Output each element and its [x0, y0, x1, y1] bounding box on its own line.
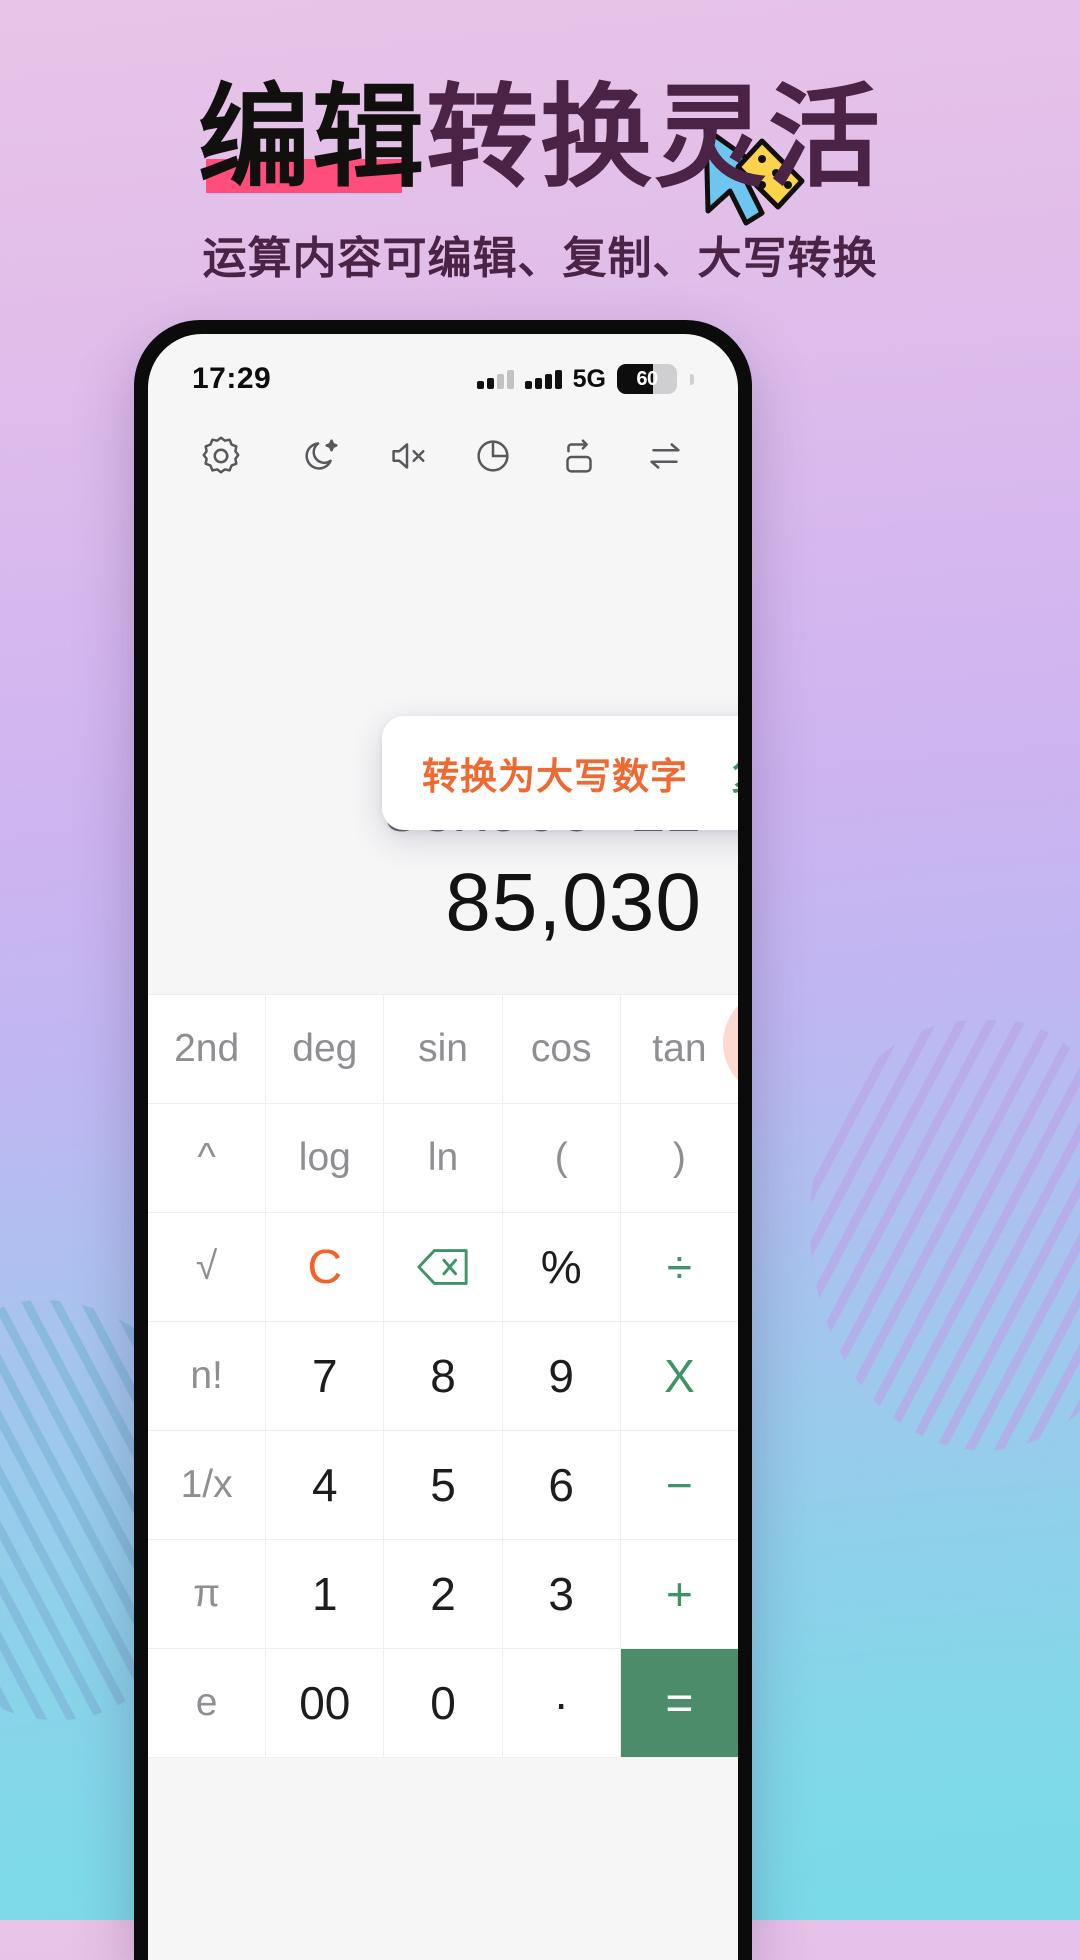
key-1[interactable]: 1 [266, 1540, 385, 1649]
key-8[interactable]: 8 [384, 1322, 503, 1431]
key-sqrt[interactable]: √ [148, 1213, 267, 1322]
key-equals[interactable]: = [620, 1649, 738, 1758]
app-toolbar [148, 408, 738, 504]
headline-container: 编辑转换灵活 [0, 78, 1080, 199]
toolbar-icon-group [294, 429, 692, 483]
settings-button[interactable] [194, 429, 248, 483]
sound-off-button[interactable] [380, 429, 434, 483]
history-button[interactable] [466, 429, 520, 483]
key-backspace[interactable] [384, 1213, 503, 1322]
signal-strength-icon-2 [524, 369, 562, 389]
key-sin[interactable]: sin [384, 995, 503, 1104]
key-right-paren[interactable]: ) [620, 1104, 738, 1213]
key-7[interactable]: 7 [266, 1322, 385, 1431]
key-clear[interactable]: C [266, 1213, 385, 1322]
key-multiply[interactable]: X [620, 1322, 738, 1431]
key-0[interactable]: 0 [384, 1649, 503, 1758]
subtitle: 运算内容可编辑、复制、大写转换 [202, 233, 878, 284]
key-e[interactable]: e [148, 1649, 267, 1758]
battery-level-label: 60 [636, 367, 658, 390]
signal-strength-icon [476, 369, 514, 389]
battery-icon: 60 [617, 364, 677, 394]
decorative-stripe-blob-right [810, 1020, 1080, 1450]
key-double-zero[interactable]: 00 [266, 1649, 385, 1758]
key-5[interactable]: 5 [384, 1431, 503, 1540]
dark-mode-button[interactable] [294, 429, 348, 483]
headline: 编辑转换灵活 [198, 78, 882, 199]
headline-part-purple: 转换灵活 [426, 73, 882, 203]
key-4[interactable]: 4 [266, 1431, 385, 1540]
status-indicators: 5G 60 [476, 364, 694, 394]
convert-to-uppercase-menu-item[interactable]: 转换为大写数字 [422, 746, 688, 800]
key-cos[interactable]: cos [502, 995, 621, 1104]
keypad-row: ^ log ln ( ) [148, 1104, 738, 1213]
phone-screen: 17:29 5G 60 转换为大写数字 85,030 2nd deg sin c… [148, 334, 738, 1960]
keypad-row: e 00 0 · = [148, 1649, 738, 1758]
key-3[interactable]: 3 [502, 1540, 621, 1649]
screen-rotate-button[interactable] [552, 429, 606, 483]
phone-mockup: 17:29 5G 60 转换为大写数字 85,030 2nd deg sin c… [134, 320, 752, 1960]
key-percent[interactable]: % [502, 1213, 621, 1322]
key-factorial[interactable]: n! [148, 1322, 267, 1431]
key-divide[interactable]: ÷ [620, 1213, 738, 1322]
key-tan[interactable]: tan [620, 995, 738, 1104]
context-menu-popup: 转换为大写数字 复制 [382, 716, 738, 830]
key-reciprocal[interactable]: 1/x [148, 1431, 267, 1540]
keypad-row: π 1 2 3 + [148, 1540, 738, 1649]
key-6[interactable]: 6 [502, 1431, 621, 1540]
calculator-display: 转换为大写数字 复制 88x966+22 85,030 [148, 504, 738, 994]
key-9[interactable]: 9 [502, 1322, 621, 1431]
convert-button[interactable] [638, 429, 692, 483]
key-plus[interactable]: + [620, 1540, 738, 1649]
status-time: 17:29 [192, 362, 272, 395]
key-log[interactable]: log [266, 1104, 385, 1213]
keypad-row: 1/x 4 5 6 − [148, 1431, 738, 1540]
copy-menu-item[interactable]: 复制 [732, 746, 738, 800]
key-pi[interactable]: π [148, 1540, 267, 1649]
key-left-paren[interactable]: ( [502, 1104, 621, 1213]
battery-tip [690, 373, 694, 385]
key-decimal-point[interactable]: · [502, 1649, 621, 1758]
calculator-keypad: 2nd deg sin cos tan ^ log ln ( ) √ C % ÷… [148, 994, 738, 1758]
status-bar: 17:29 5G 60 [148, 334, 738, 408]
network-type-label: 5G [572, 364, 606, 393]
keypad-row: 2nd deg sin cos tan [148, 995, 738, 1104]
key-2[interactable]: 2 [384, 1540, 503, 1649]
result-text[interactable]: 85,030 [445, 856, 702, 950]
key-minus[interactable]: − [620, 1431, 738, 1540]
key-deg[interactable]: deg [266, 995, 385, 1104]
key-power[interactable]: ^ [148, 1104, 267, 1213]
keypad-row: √ C % ÷ [148, 1213, 738, 1322]
key-ln[interactable]: ln [384, 1104, 503, 1213]
keypad-row: n! 7 8 9 X [148, 1322, 738, 1431]
key-2nd[interactable]: 2nd [148, 995, 267, 1104]
headline-part-black: 编辑 [198, 73, 426, 203]
